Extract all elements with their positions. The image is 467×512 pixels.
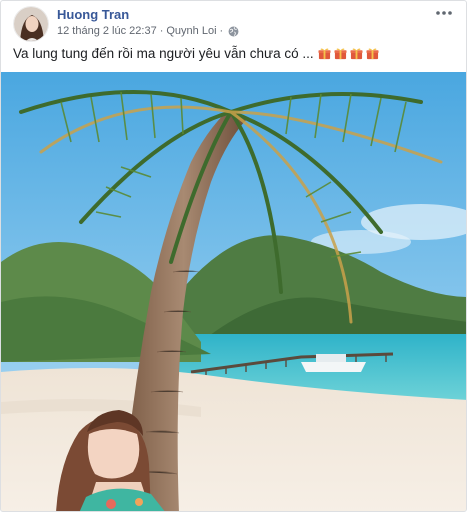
post-caption: Va lung tung đến rồi ma người yêu vẫn ch… bbox=[13, 46, 379, 61]
post-location[interactable]: Quynh Loi bbox=[166, 25, 216, 37]
post-header: Huong Tran 12 tháng 2 lúc 22:37 · Quynh … bbox=[1, 1, 466, 47]
gift-icon bbox=[350, 48, 363, 60]
facebook-post: Huong Tran 12 tháng 2 lúc 22:37 · Quynh … bbox=[0, 0, 467, 512]
post-timestamp[interactable]: 12 tháng 2 lúc 22:37 bbox=[57, 25, 157, 37]
globe-icon[interactable] bbox=[228, 26, 239, 37]
caption-emoji-group bbox=[318, 47, 379, 60]
post-meta: 12 tháng 2 lúc 22:37 · Quynh Loi · bbox=[57, 25, 239, 37]
author-name[interactable]: Huong Tran bbox=[57, 7, 129, 22]
caption-text: Va lung tung đến rồi ma người yêu vẫn ch… bbox=[13, 46, 314, 61]
author-avatar[interactable] bbox=[13, 6, 49, 42]
gift-icon bbox=[366, 48, 379, 60]
gift-icon bbox=[318, 48, 331, 60]
meta-separator: · bbox=[159, 25, 164, 37]
meta-separator: · bbox=[219, 25, 224, 37]
beach-photo bbox=[1, 72, 466, 511]
more-dots-icon[interactable] bbox=[434, 5, 454, 21]
post-photo[interactable] bbox=[1, 72, 466, 511]
gift-icon bbox=[334, 48, 347, 60]
